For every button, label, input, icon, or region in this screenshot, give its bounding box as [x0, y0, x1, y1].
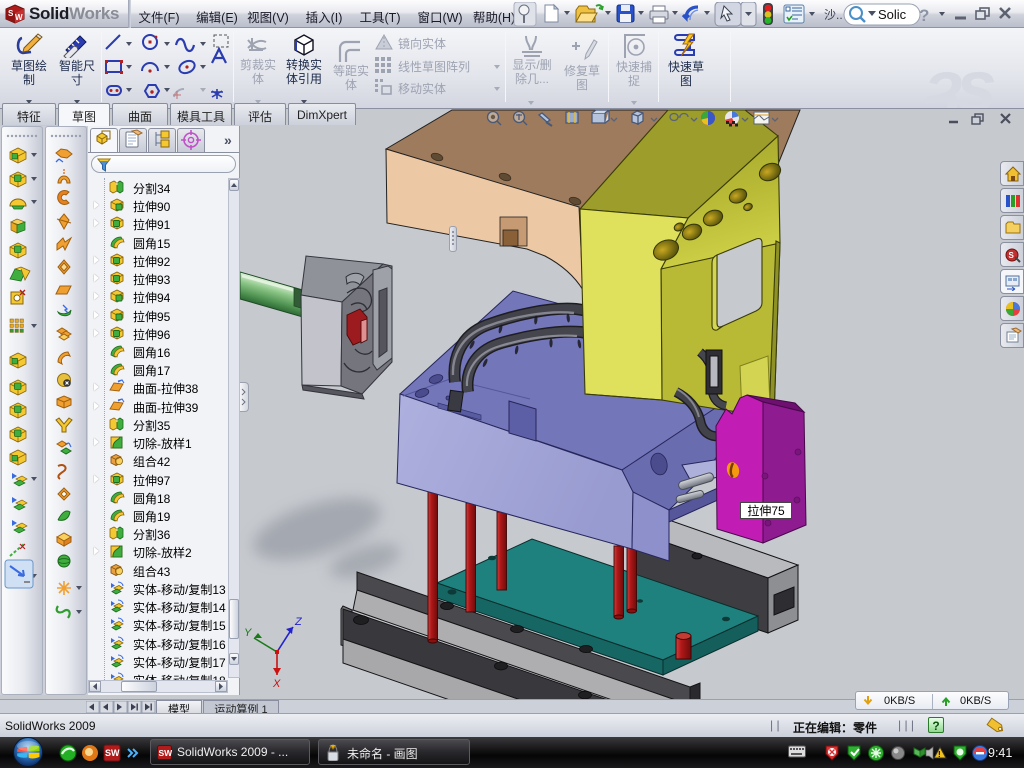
- svg-text:?: ?: [919, 6, 929, 25]
- svg-text:Z: Z: [294, 616, 303, 628]
- svg-text:SW: SW: [159, 748, 173, 758]
- svg-text:Solic: Solic: [878, 7, 907, 22]
- svg-text:!: !: [938, 750, 941, 759]
- svg-text:S: S: [1009, 251, 1015, 260]
- svg-text:Y: Y: [244, 627, 252, 639]
- svg-text:W: W: [15, 13, 23, 22]
- svg-text:沙..: 沙..: [824, 8, 843, 22]
- svg-text:SW: SW: [105, 748, 120, 758]
- svg-text:S: S: [8, 9, 14, 18]
- svg-text:X: X: [272, 678, 281, 690]
